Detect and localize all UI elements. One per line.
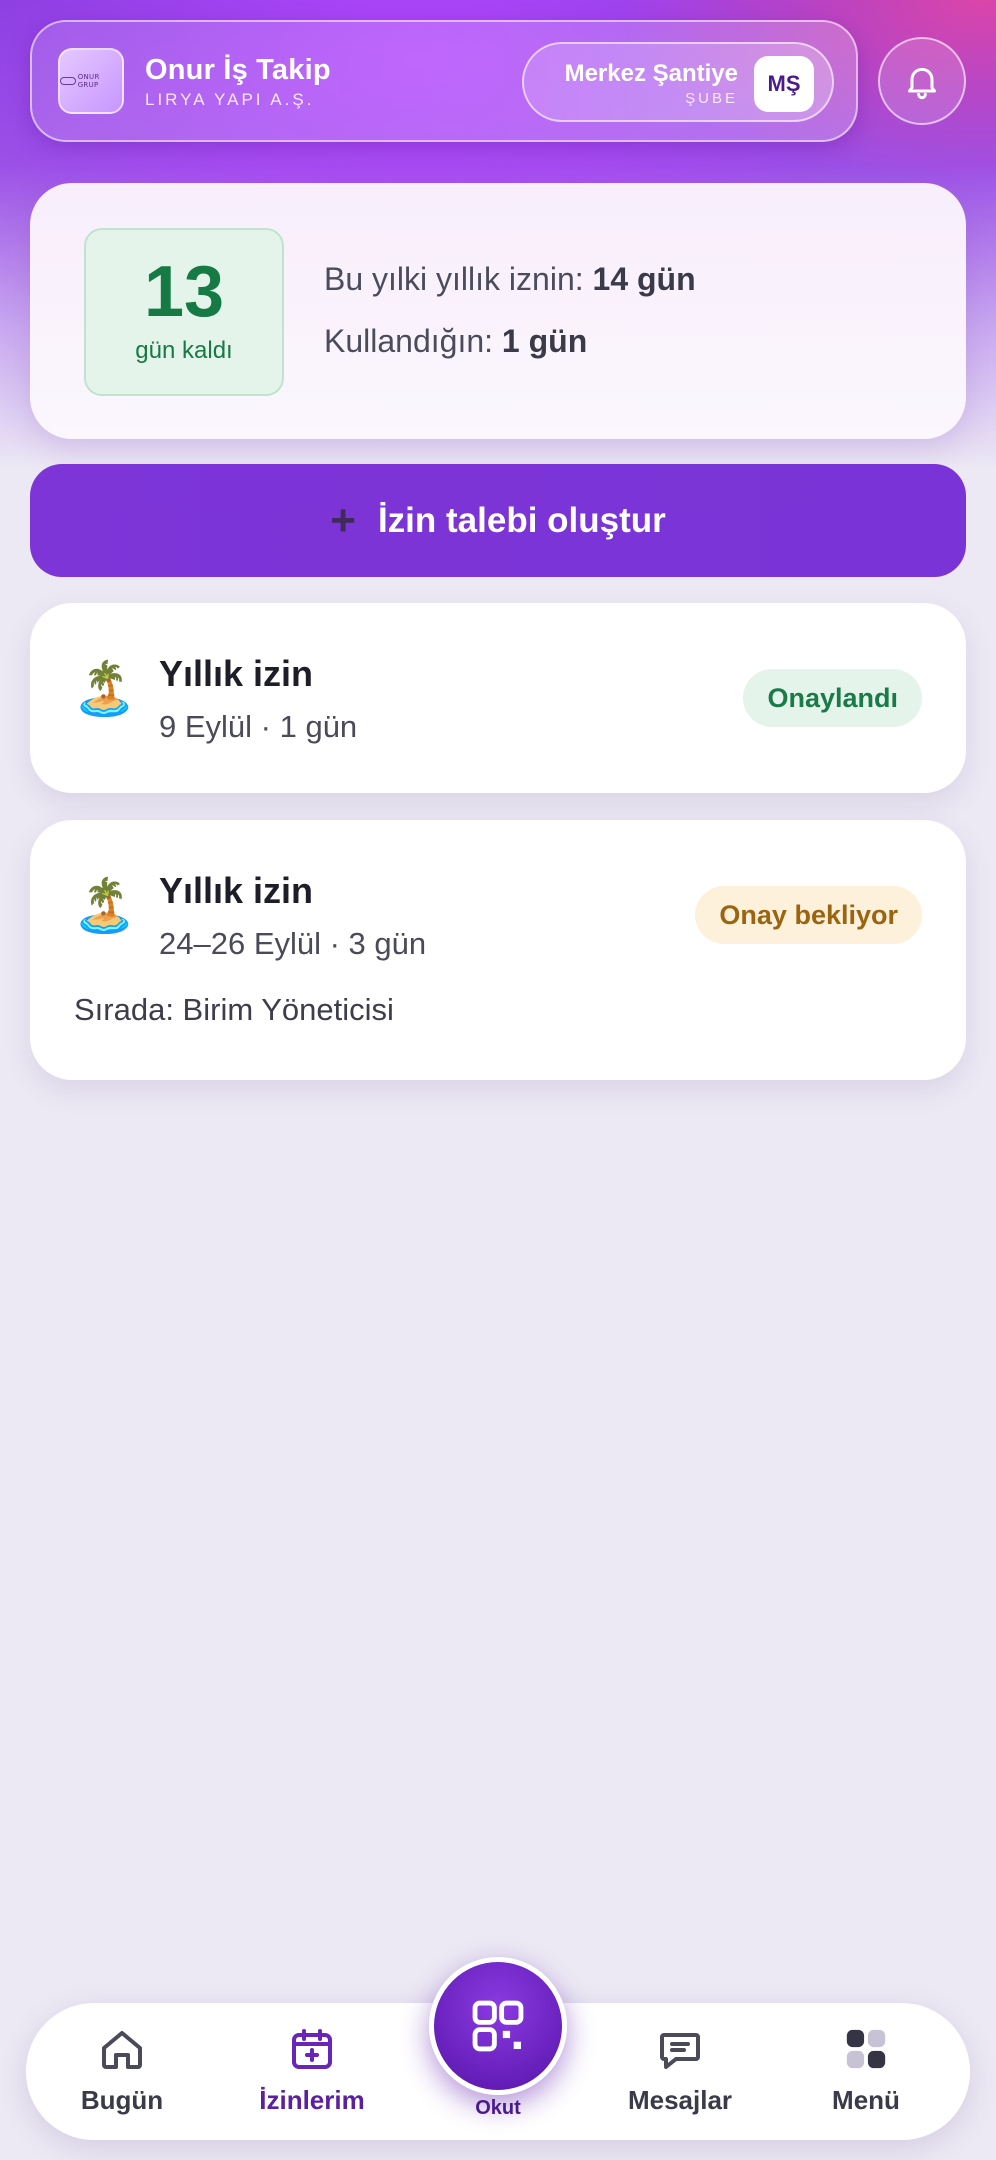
leave-type: Yıllık izin (159, 870, 314, 911)
bell-icon (908, 67, 936, 100)
nav-label: Bugün (80, 2085, 164, 2115)
days-remaining-value: 13 (143, 252, 225, 332)
nav-item-mesajlar[interactable]: Mesajlar (610, 2025, 750, 2125)
calendar-plus-icon (288, 2025, 336, 2073)
leave-request-card[interactable]: 🏝️ Yıllık izin 9 Eylül · 1 gün Onaylandı (30, 603, 966, 793)
company-name: LIRYA YAPI A.Ş. (145, 90, 315, 109)
notifications-button[interactable] (878, 37, 966, 125)
app-header: ONUR GRUP Onur İş Takip LIRYA YAPI A.Ş. … (30, 20, 858, 142)
leave-dates: 24–26 Eylül · 3 gün (159, 926, 427, 961)
scan-label: Okut (475, 2097, 521, 2119)
status-badge: Onaylandı (743, 669, 922, 727)
message-icon (656, 2025, 704, 2073)
nav-item-menu[interactable]: Menü (796, 2025, 936, 2125)
qr-scan-icon (472, 2000, 524, 2052)
used-leave-value: 1 gün (501, 323, 588, 359)
home-icon (98, 2025, 146, 2073)
create-leave-request-label: İzin talebi oluştur (377, 500, 666, 540)
nav-label: İzinlerim (259, 2085, 365, 2115)
leave-summary-card: 13 gün kaldı Bu yılki yıllık iznin: 14 g… (30, 183, 966, 439)
approval-queue: Sırada: Birim Yöneticisi (74, 992, 394, 1027)
beach-umbrella-icon: 🏝️ (72, 876, 137, 936)
used-leave-line: Kullandığın: 1 gün (324, 323, 588, 359)
branch-name: Merkez Şantiye (564, 60, 738, 87)
nav-item-bugun[interactable]: Bugün (52, 2025, 192, 2125)
leave-request-card[interactable]: 🏝️ Yıllık izin 24–26 Eylül · 3 gün Onay … (30, 820, 966, 1080)
scan-button[interactable] (429, 1957, 567, 2095)
create-leave-request-button[interactable]: + İzin talebi oluştur (30, 464, 966, 577)
nav-item-izinlerim[interactable]: İzinlerim (242, 2025, 382, 2125)
annual-leave-value: 14 gün (592, 261, 696, 297)
logo-ring-icon (60, 77, 76, 85)
app-title: Onur İş Takip (145, 54, 331, 86)
days-remaining-label: gün kaldı (135, 337, 233, 364)
leave-dates: 9 Eylül · 1 gün (159, 709, 358, 744)
annual-leave-line: Bu yılki yıllık iznin: 14 gün (324, 261, 696, 297)
days-remaining-box: 13 gün kaldı (84, 228, 284, 396)
company-logo: ONUR GRUP (58, 48, 124, 114)
branch-selector[interactable]: Merkez Şantiye ŞUBE MŞ (522, 42, 834, 122)
leave-type: Yıllık izin (159, 653, 314, 694)
branch-label: ŞUBE (685, 90, 738, 107)
plus-icon: + (330, 495, 356, 545)
grid-menu-icon (842, 2025, 890, 2073)
status-badge: Onay bekliyor (695, 886, 922, 944)
beach-umbrella-icon: 🏝️ (72, 659, 137, 719)
branch-avatar: MŞ (754, 56, 814, 112)
nav-label: Mesajlar (627, 2085, 733, 2115)
logo-text: ONUR GRUP (77, 73, 100, 89)
nav-label: Menü (832, 2085, 900, 2115)
